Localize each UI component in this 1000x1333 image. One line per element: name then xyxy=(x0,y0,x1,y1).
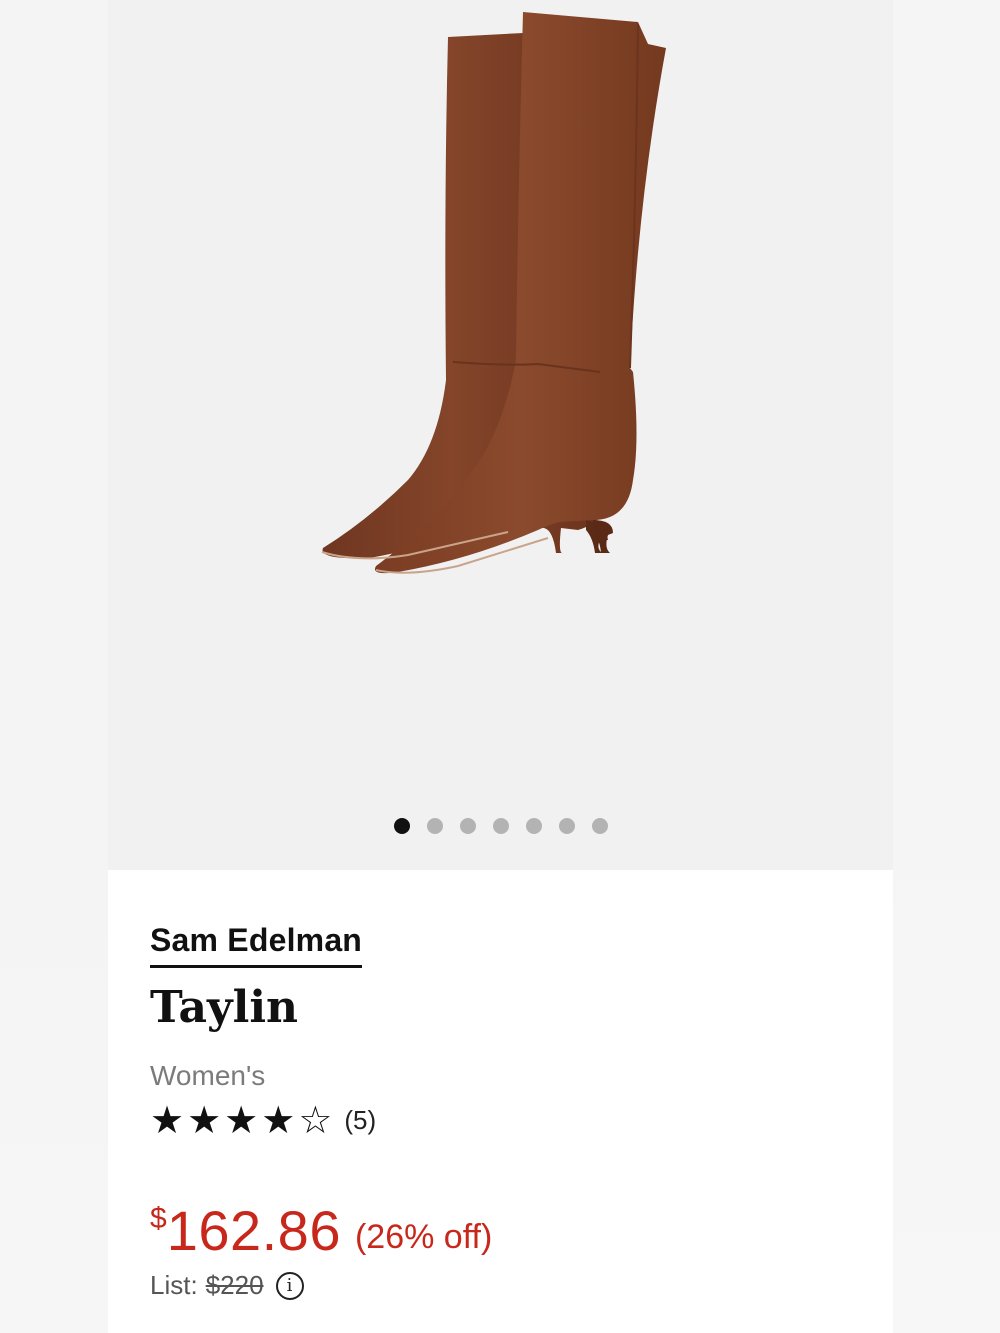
page-background-right xyxy=(892,0,1000,1333)
carousel-dot-6[interactable] xyxy=(558,818,575,834)
carousel-dot-3[interactable] xyxy=(459,818,476,834)
star-empty-icon: ☆ xyxy=(298,1098,333,1142)
brand-link[interactable]: Sam Edelman xyxy=(150,922,363,968)
product-name: Taylin xyxy=(150,982,299,1033)
price-row: $ 162.86 (26% off) xyxy=(150,1198,492,1263)
list-price: $220 xyxy=(205,1270,264,1300)
rating[interactable]: ★ ★ ★ ★ ☆ (5) xyxy=(150,1100,376,1140)
sale-price: 162.86 xyxy=(166,1199,341,1262)
carousel-dot-4[interactable] xyxy=(492,818,509,834)
star-filled-icon: ★ xyxy=(187,1098,222,1142)
product-image-carousel[interactable] xyxy=(108,0,893,870)
list-price-row: List: $220 i xyxy=(150,1270,304,1301)
info-icon[interactable]: i xyxy=(275,1271,304,1300)
product-info-panel: Sam Edelman Taylin Women's ★ ★ ★ ★ ☆ (5)… xyxy=(108,870,893,1333)
star-rating: ★ ★ ★ ★ ☆ xyxy=(150,1100,332,1140)
carousel-indicator xyxy=(108,818,893,838)
discount-label: (26% off) xyxy=(354,1218,493,1256)
carousel-dot-1[interactable] xyxy=(393,818,410,834)
carousel-dot-5[interactable] xyxy=(525,818,542,834)
list-price-label: List: xyxy=(150,1270,198,1300)
carousel-dot-7[interactable] xyxy=(591,818,608,834)
price-currency: $ xyxy=(150,1202,167,1235)
star-filled-icon: ★ xyxy=(224,1098,259,1142)
star-filled-icon: ★ xyxy=(261,1098,296,1142)
carousel-dot-2[interactable] xyxy=(426,818,443,834)
product-gender: Women's xyxy=(150,1060,266,1091)
page-background-left xyxy=(0,0,108,1333)
product-image[interactable] xyxy=(108,0,893,790)
review-count[interactable]: (5) xyxy=(344,1105,376,1136)
star-filled-icon: ★ xyxy=(150,1098,185,1142)
